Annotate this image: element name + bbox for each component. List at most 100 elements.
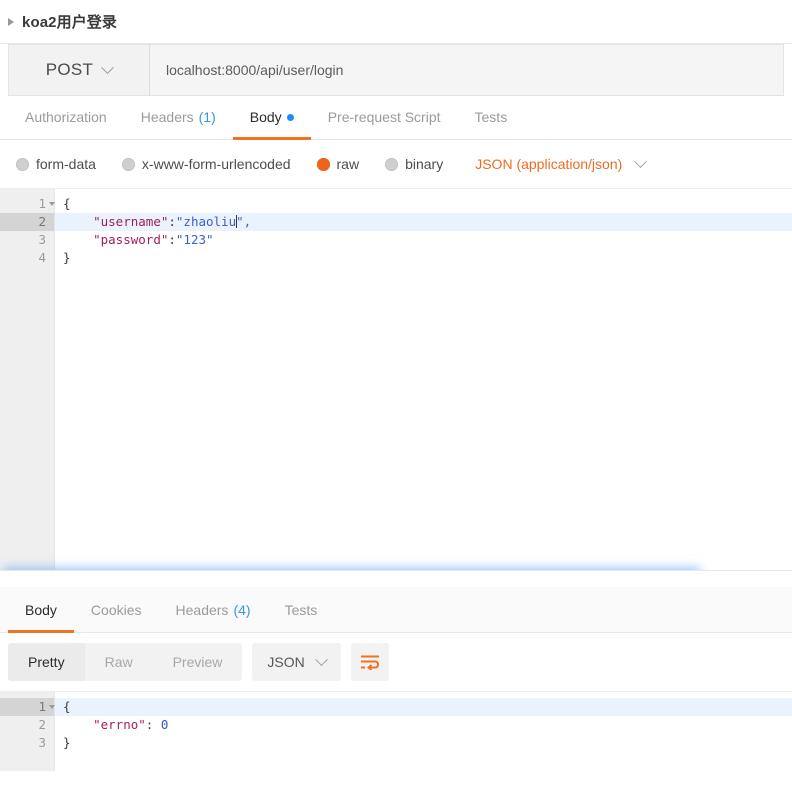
line-number-text: 1 — [38, 699, 46, 714]
request-title-bar: koa2用户登录 — [0, 0, 792, 44]
pane-divider[interactable] — [0, 570, 792, 587]
code-token: { — [63, 196, 71, 211]
radio-label: x-www-form-urlencoded — [141, 156, 291, 172]
radio-label: form-data — [36, 156, 96, 172]
request-editor-gutter: 1 2 3 4 — [0, 189, 55, 570]
url-value: localhost:8000/api/user/login — [166, 62, 344, 78]
line-number[interactable]: 2 — [0, 213, 54, 231]
line-number[interactable]: 1 — [0, 195, 55, 213]
view-mode-raw[interactable]: Raw — [85, 643, 153, 681]
mime-type-select[interactable]: JSON (application/json) — [475, 154, 648, 172]
tab-count: (1) — [198, 109, 216, 125]
postman-window: koa2用户登录 POST localhost:8000/api/user/lo… — [0, 0, 792, 796]
radio-label: raw — [336, 156, 360, 172]
line-number-text: 4 — [38, 250, 46, 265]
code-line: } — [55, 249, 792, 267]
line-number-text: 2 — [38, 214, 46, 229]
triangle-right-icon[interactable] — [8, 17, 14, 26]
response-format-label: JSON — [267, 654, 305, 670]
response-view-mode-group: Pretty Raw Preview — [8, 643, 243, 681]
tab-count: (4) — [233, 602, 251, 618]
code-token: "zhaoliu — [175, 214, 237, 229]
http-method-select[interactable]: POST — [8, 44, 150, 96]
code-token: ", — [236, 214, 252, 229]
response-toolbar: Pretty Raw Preview JSON — [0, 633, 792, 691]
code-token: 0 — [160, 717, 169, 732]
radio-icon — [16, 157, 29, 171]
code-line: { — [55, 698, 792, 716]
tab-pre-request-script[interactable]: Pre-request Script — [311, 97, 458, 140]
body-type-binary[interactable]: binary — [385, 156, 443, 172]
view-mode-pretty[interactable]: Pretty — [8, 643, 85, 681]
view-mode-preview[interactable]: Preview — [153, 643, 243, 681]
line-number[interactable]: 4 — [0, 249, 54, 267]
line-number-text: 2 — [38, 717, 46, 732]
http-method-label: POST — [45, 60, 94, 79]
tab-label: Cookies — [90, 602, 142, 618]
word-wrap-icon — [360, 655, 379, 670]
view-mode-label: Preview — [172, 654, 223, 670]
code-token: } — [63, 250, 71, 265]
code-line: { — [55, 195, 792, 213]
code-token: { — [63, 699, 71, 714]
url-bar: POST localhost:8000/api/user/login — [0, 44, 792, 96]
request-tabs: Authorization Headers (1) Body Pre-reque… — [0, 96, 792, 140]
line-number-text: 3 — [38, 735, 46, 750]
radio-label: binary — [405, 156, 444, 172]
line-number[interactable]: 3 — [0, 231, 54, 249]
body-type-row: form-data x-www-form-urlencoded raw bina… — [0, 140, 792, 188]
response-tab-body[interactable]: Body — [8, 590, 74, 633]
line-number[interactable]: 1 — [0, 698, 55, 716]
body-type-raw[interactable]: raw — [316, 156, 360, 172]
line-number[interactable]: 2 — [0, 716, 54, 734]
response-body-editor[interactable]: 1 2 3 { "errno": 0 } — [0, 691, 792, 771]
chevron-down-icon — [634, 154, 648, 168]
code-line: "errno": 0 — [55, 716, 792, 734]
code-token: "errno" — [93, 717, 146, 732]
tab-label: Body — [25, 602, 57, 618]
code-line: "username":"zhaoliu", — [55, 213, 792, 231]
radio-icon — [385, 157, 399, 171]
line-number-text: 3 — [38, 232, 46, 247]
page-title: koa2用户登录 — [22, 14, 117, 31]
tab-label: Pre-request Script — [327, 109, 441, 125]
tab-label: Body — [249, 109, 282, 125]
response-tab-headers[interactable]: Headers (4) — [159, 590, 268, 633]
response-editor-gutter: 1 2 3 — [0, 692, 55, 771]
response-format-select[interactable]: JSON — [252, 643, 341, 681]
tab-label: Authorization — [25, 109, 107, 125]
response-tabs: Body Cookies Headers (4) Tests — [0, 587, 792, 633]
response-tab-cookies[interactable]: Cookies — [74, 590, 159, 633]
mime-type-label: JSON (application/json) — [475, 156, 623, 172]
line-number-text: 1 — [38, 196, 46, 211]
code-token: : — [168, 232, 176, 247]
url-input[interactable]: localhost:8000/api/user/login — [150, 44, 784, 96]
word-wrap-button[interactable] — [350, 643, 389, 681]
request-editor-code[interactable]: { "username":"zhaoliu", "password":"123"… — [55, 189, 792, 570]
chevron-down-icon — [314, 652, 328, 666]
tab-tests[interactable]: Tests — [458, 97, 525, 140]
request-body-editor[interactable]: 1 2 3 4 { "username":"zhaoliu", "passwor… — [0, 188, 792, 570]
response-editor-code[interactable]: { "errno": 0 } — [55, 692, 792, 771]
code-token: : — [168, 214, 176, 229]
chevron-down-icon — [101, 60, 115, 74]
response-tab-tests[interactable]: Tests — [268, 590, 335, 633]
code-line: } — [55, 734, 792, 752]
tab-label: Headers — [140, 109, 194, 125]
tab-label: Headers — [175, 602, 229, 618]
code-line: "password":"123" — [55, 231, 792, 249]
code-token: "123" — [175, 232, 214, 247]
code-token: "username" — [93, 214, 169, 229]
tab-label: Tests — [474, 109, 508, 125]
code-token: } — [63, 735, 71, 750]
tab-authorization[interactable]: Authorization — [8, 97, 124, 140]
tab-headers[interactable]: Headers (1) — [124, 97, 233, 140]
body-type-form-data[interactable]: form-data — [16, 156, 96, 172]
body-type-urlencoded[interactable]: x-www-form-urlencoded — [121, 156, 291, 172]
radio-checked-icon — [316, 157, 330, 171]
view-mode-label: Raw — [104, 654, 133, 670]
line-number[interactable]: 3 — [0, 734, 54, 752]
radio-icon — [121, 157, 135, 171]
tab-label: Tests — [284, 602, 318, 618]
tab-body[interactable]: Body — [232, 97, 311, 140]
